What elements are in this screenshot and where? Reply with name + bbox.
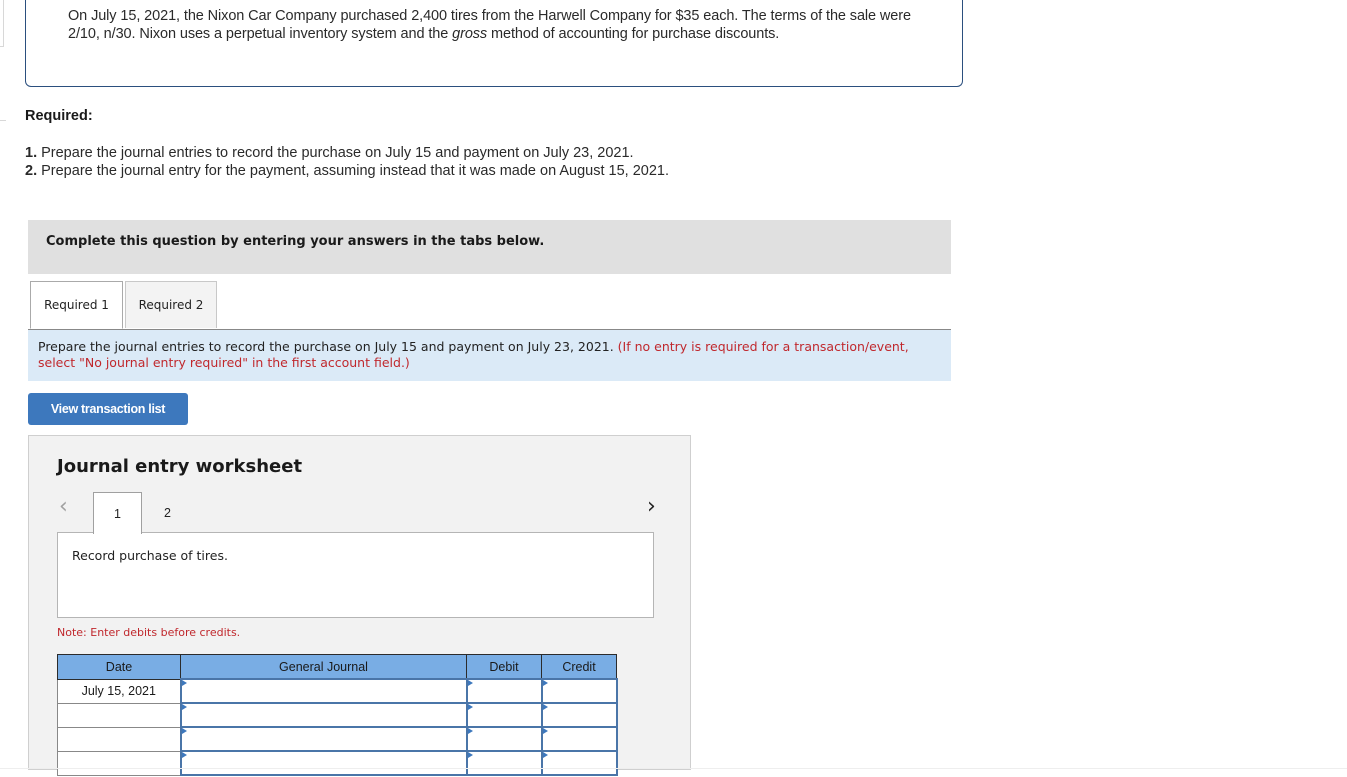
problem-statement: On July 15, 2021, the Nixon Car Company … (68, 7, 938, 43)
account-input[interactable] (181, 753, 466, 773)
account-cell[interactable] (179, 702, 468, 728)
debit-cell[interactable] (465, 750, 543, 776)
page-bottom-divider (0, 768, 1347, 769)
problem-text-2: method of accounting for purchase discou… (487, 26, 780, 42)
date-cell (57, 702, 181, 728)
account-cell[interactable] (179, 726, 468, 752)
left-panel-divider (0, 120, 6, 121)
journal-entry-worksheet: Journal entry worksheet ‹ 1 2 › Record p… (28, 435, 691, 776)
credit-cell[interactable] (540, 750, 618, 776)
header-credit: Credit (541, 654, 617, 680)
credit-input[interactable] (542, 753, 616, 773)
account-input[interactable] (181, 729, 466, 749)
entry-tab-2[interactable]: 2 (143, 492, 192, 533)
header-debit: Debit (466, 654, 542, 680)
debit-cell[interactable] (465, 702, 543, 728)
date-cell (57, 750, 181, 776)
view-transaction-list-button[interactable]: View transaction list (28, 393, 188, 425)
required-list: 1. Prepare the journal entries to record… (25, 144, 669, 180)
prompt-paragraph: Prepare the journal entries to record th… (38, 339, 938, 371)
left-panel-edge (0, 0, 4, 47)
required-item-text: Prepare the journal entry for the paymen… (37, 163, 670, 179)
journal-table-header: Date General Journal Debit Credit (57, 654, 617, 680)
requirement-tabs: Required 1 Required 2 (28, 281, 951, 330)
required-item-2: 2. Prepare the journal entry for the pay… (25, 162, 669, 180)
requirement-prompt: Prepare the journal entries to record th… (28, 330, 951, 381)
debits-note: Note: Enter debits before credits. (57, 626, 241, 639)
debit-input[interactable] (467, 729, 541, 749)
chevron-left-icon[interactable]: ‹ (59, 496, 68, 518)
date-cell (57, 726, 181, 752)
worksheet-title: Journal entry worksheet (57, 456, 303, 477)
entry-tab-1[interactable]: 1 (93, 492, 142, 534)
date-cell: July 15, 2021 (57, 678, 181, 704)
prompt-text: Prepare the journal entries to record th… (38, 339, 618, 354)
debit-cell[interactable] (465, 678, 543, 704)
tab-required-2[interactable]: Required 2 (125, 281, 217, 328)
table-row (57, 702, 618, 728)
tab-required-1[interactable]: Required 1 (30, 281, 123, 329)
required-item-1: 1. Prepare the journal entries to record… (25, 144, 669, 162)
credit-cell[interactable] (540, 702, 618, 728)
required-item-number: 2. (25, 163, 38, 179)
journal-table: Date General Journal Debit Credit July 1… (57, 654, 618, 776)
credit-input[interactable] (542, 729, 616, 749)
chevron-right-icon[interactable]: › (647, 496, 656, 518)
header-date: Date (57, 654, 181, 680)
credit-input[interactable] (542, 705, 616, 725)
credit-input[interactable] (542, 681, 616, 701)
debit-input[interactable] (467, 705, 541, 725)
instruction-text: Complete this question by entering your … (46, 234, 545, 249)
account-input[interactable] (181, 705, 466, 725)
debit-input[interactable] (467, 681, 541, 701)
account-input[interactable] (181, 681, 466, 701)
header-general-journal: General Journal (180, 654, 467, 680)
account-cell[interactable] (179, 750, 468, 776)
required-item-number: 1. (25, 145, 38, 161)
entry-description: Record purchase of tires. (72, 548, 228, 563)
account-cell[interactable] (179, 678, 468, 704)
entry-description-box: Record purchase of tires. (57, 532, 654, 618)
table-row: July 15, 2021 (57, 678, 618, 704)
debit-cell[interactable] (465, 726, 543, 752)
table-row (57, 750, 618, 776)
credit-cell[interactable] (540, 726, 618, 752)
table-row (57, 726, 618, 752)
required-heading: Required: (25, 108, 93, 124)
debit-input[interactable] (467, 753, 541, 773)
required-item-text: Prepare the journal entries to record th… (37, 145, 634, 161)
problem-italic-word: gross (452, 26, 488, 42)
credit-cell[interactable] (540, 678, 618, 704)
instruction-banner: Complete this question by entering your … (28, 220, 951, 274)
